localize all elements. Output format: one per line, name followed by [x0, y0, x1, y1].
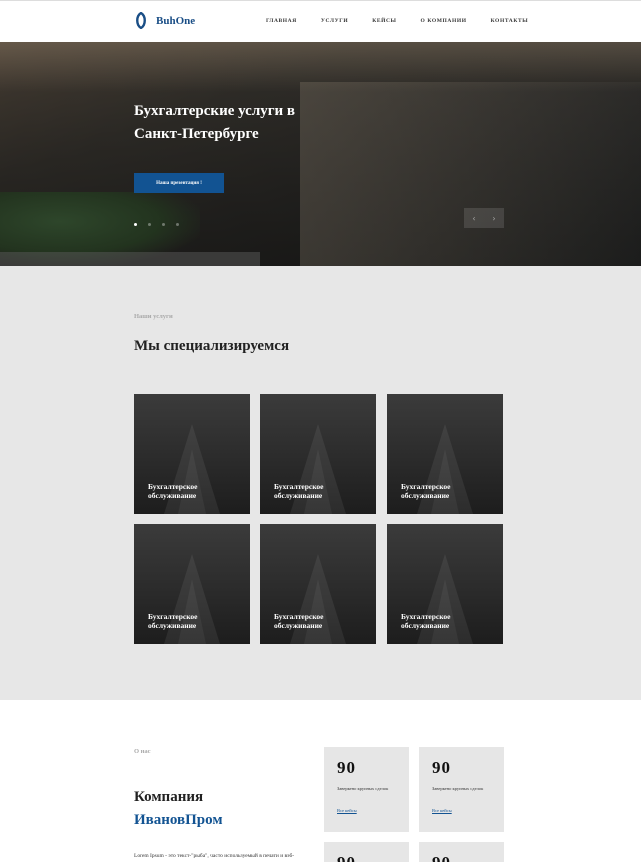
about-section: О нас Компания ИвановПром Lorem Ipsum - …	[0, 700, 641, 862]
service-card-label: Бухгалтерское обслуживание	[148, 612, 198, 630]
hero-background-rooftops	[0, 42, 641, 92]
stat-description: Заверкено крупных сделок	[337, 786, 389, 791]
service-card[interactable]: Бухгалтерское обслуживание	[134, 524, 250, 644]
nav-item-home[interactable]: ГЛАВНАЯ	[266, 18, 297, 24]
slider-next-arrow-icon[interactable]: ›	[484, 208, 504, 228]
stat-card: 90	[419, 842, 504, 862]
services-title: Мы специализируемся	[134, 338, 290, 354]
logo[interactable]: BuhOne	[134, 12, 195, 29]
presentation-button[interactable]: Наша презентация !	[134, 173, 224, 193]
nav-item-about[interactable]: О КОМПАНИИ	[421, 18, 467, 24]
stat-number: 90	[337, 758, 356, 777]
stat-description: Заверкено крупных сделок	[432, 786, 484, 791]
service-card[interactable]: Бухгалтерское обслуживание	[387, 394, 503, 514]
hero-title: Бухгалтерские услуги в Санкт-Петербурге	[134, 103, 296, 142]
company-name: ИвановПром	[134, 812, 223, 828]
slider-prev-arrow-icon[interactable]: ‹	[464, 208, 484, 228]
nav-item-cases[interactable]: КЕЙСЫ	[372, 18, 396, 24]
stat-number: 90	[337, 853, 396, 862]
services-section: Наши услуги Мы специализируемся Бухгалте…	[0, 266, 641, 700]
about-text: Lorem Ipsum - это текст-"рыба", часто ис…	[134, 853, 295, 859]
about-title: Компания ИвановПром	[134, 786, 223, 832]
logo-text: BuhOne	[156, 14, 196, 27]
slider-dot-3[interactable]	[162, 223, 165, 226]
service-card[interactable]: Бухгалтерское обслуживание	[387, 524, 503, 644]
slider-dot-2[interactable]	[148, 223, 151, 226]
service-card-label: Бухгалтерское обслуживание	[401, 482, 451, 500]
main-nav: ГЛАВНАЯ УСЛУГИ КЕЙСЫ О КОМПАНИИ КОНТАКТЫ	[266, 18, 528, 24]
all-cases-link[interactable]: Все кейсы	[432, 808, 452, 813]
service-card[interactable]: Бухгалтерское обслуживание	[260, 394, 376, 514]
slider-dot-1[interactable]	[134, 223, 137, 226]
slider-dots	[134, 223, 179, 226]
about-subtitle: О нас	[134, 748, 151, 755]
stat-card: 90	[324, 842, 409, 862]
logo-icon	[136, 12, 146, 29]
service-card-label: Бухгалтерское обслуживание	[274, 612, 324, 630]
hero-background-street	[0, 252, 260, 266]
slider-arrows: ‹ ›	[464, 208, 504, 228]
stat-card: 90 Заверкено крупных сделок Все кейсы	[419, 747, 504, 832]
services-subtitle: Наши услуги	[134, 313, 173, 320]
all-cases-link[interactable]: Все кейсы	[337, 808, 357, 813]
nav-item-services[interactable]: УСЛУГИ	[321, 18, 348, 24]
slider-dot-4[interactable]	[176, 223, 179, 226]
stat-number: 90	[432, 758, 451, 777]
site-header: BuhOne ГЛАВНАЯ УСЛУГИ КЕЙСЫ О КОМПАНИИ К…	[0, 0, 641, 42]
service-card-label: Бухгалтерское обслуживание	[274, 482, 324, 500]
nav-item-contacts[interactable]: КОНТАКТЫ	[491, 18, 529, 24]
hero-background-building	[300, 82, 641, 266]
hero-slider: Бухгалтерские услуги в Санкт-Петербурге …	[0, 42, 641, 266]
service-card-label: Бухгалтерское обслуживание	[148, 482, 198, 500]
about-title-line1: Компания	[134, 789, 204, 805]
service-card[interactable]: Бухгалтерское обслуживание	[260, 524, 376, 644]
service-card-label: Бухгалтерское обслуживание	[401, 612, 451, 630]
stat-number: 90	[432, 853, 491, 862]
stat-card: 90 Заверкено крупных сделок Все кейсы	[324, 747, 409, 832]
service-card[interactable]: Бухгалтерское обслуживание	[134, 394, 250, 514]
